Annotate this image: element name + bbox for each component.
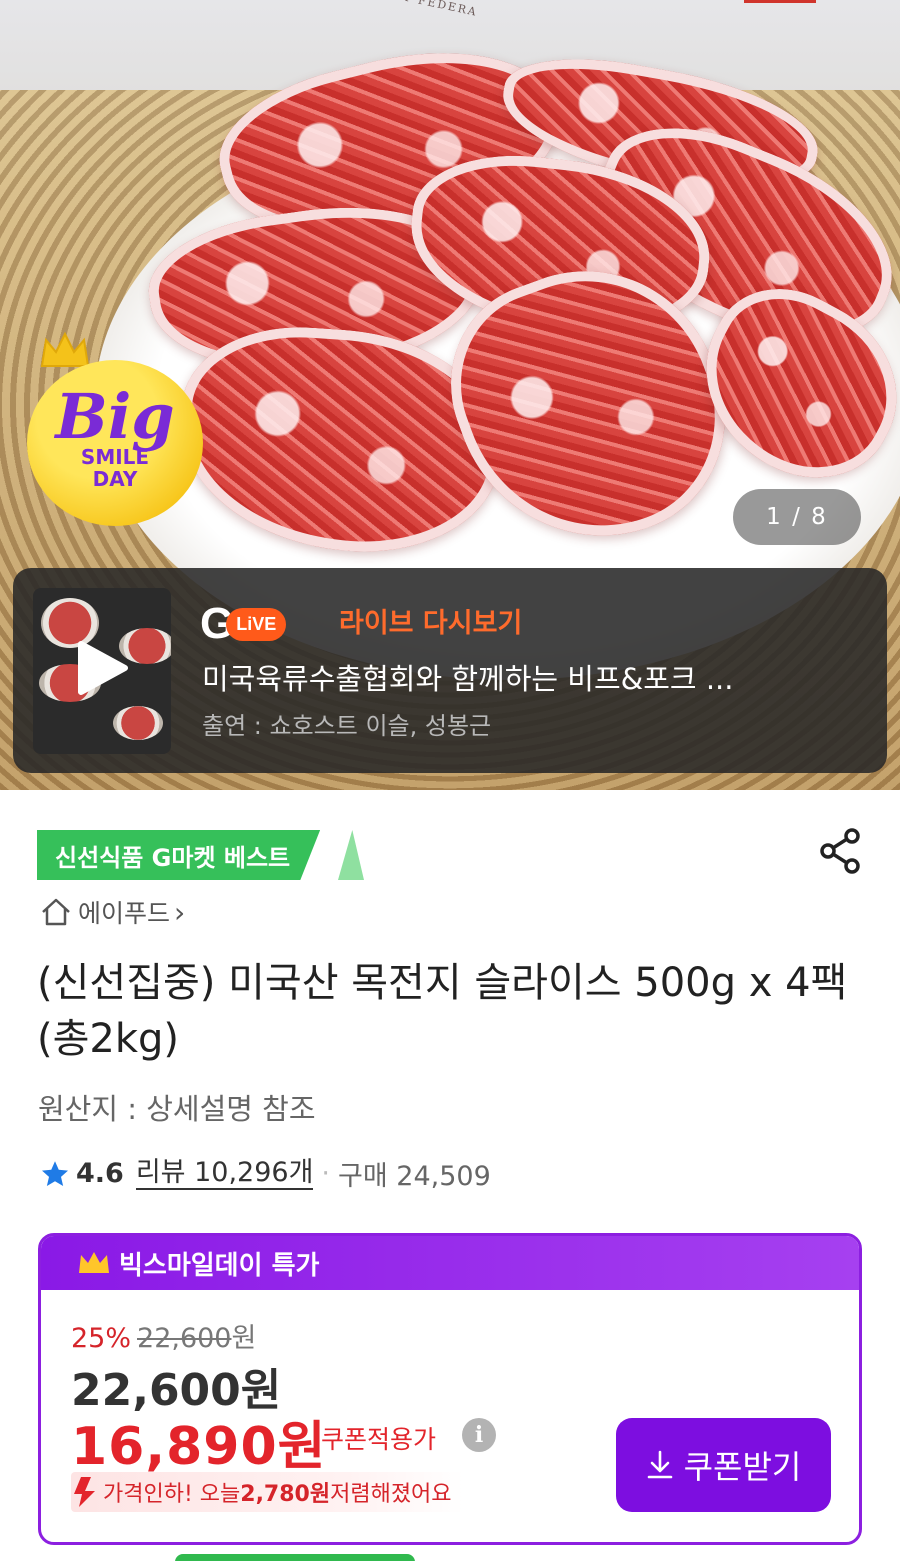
get-coupon-label: 쿠폰받기 [683,1448,802,1486]
chevron-right-icon: › [174,895,186,929]
price-drop-amount: 2,780원 [240,1482,331,1507]
stamp-text: ORT FEDERA [381,0,479,19]
badge-day-text: DAY [92,467,138,491]
live-cast: 출연 : 쇼호스트 이슬, 성봉근 [202,712,492,740]
badge-big-text: Big [55,380,175,453]
info-icon[interactable]: i [462,1418,496,1452]
play-icon[interactable] [77,640,129,696]
crown-icon [40,331,90,367]
deal-box: 빅스마일데이 특가 25% 22,600원 22,600원 16,890원 쿠폰적… [38,1233,862,1545]
best-badge-fold [338,830,364,880]
discount-row: 25% 22,600원 [71,1316,256,1355]
price-drop-suffix: 저렴해졌어요 [330,1482,452,1507]
home-icon [42,898,70,926]
live-replay-label[interactable]: 라이브 다시보기 [339,601,522,640]
original-currency: 원 [231,1323,257,1354]
red-tab-decoration [744,0,816,3]
live-title[interactable]: 미국육류수출협회와 함께하는 비프&포크 ... [202,656,842,698]
share-icon[interactable] [816,826,866,876]
discount-percent: 25% [71,1323,132,1354]
next-section-peek [175,1554,415,1561]
big-smile-day-badge: Big SMILE DAY [27,360,203,526]
product-origin: 원산지 : 상세설명 참조 [38,1092,316,1126]
best-badge[interactable]: 신선식품 G마켓 베스트 [37,830,321,880]
rating-score: 4.6 [76,1158,124,1189]
seller-link[interactable]: 에이푸드 › [40,894,185,930]
thumb-plate [113,706,163,740]
g-live-logo: G LiVE [200,602,287,646]
arrow-down-icon [74,1477,95,1507]
download-icon [647,1450,672,1479]
coupon-price: 16,890원 [71,1417,327,1477]
purchase-count: 구매 24,509 [338,1161,491,1192]
get-coupon-button[interactable]: 쿠폰받기 [616,1418,831,1512]
rating-row: 4.6 리뷰 10,296개 · 구매 24,509 [40,1154,491,1193]
image-counter: 1 / 8 [733,489,861,545]
coupon-price-label: 쿠폰적용가 [321,1425,437,1454]
deal-header-label: 빅스마일데이 특가 [119,1250,320,1281]
price-drop-notice: 가격인하! 오늘 2,780원 저렴해졌어요 [71,1472,464,1512]
review-count-link[interactable]: 리뷰 10,296개 [135,1157,314,1190]
product-title: (신선집중) 미국산 목전지 슬라이스 500g x 4팩 (총2kg) [37,960,848,1062]
deal-header: 빅스마일데이 특가 [41,1236,859,1290]
star-icon [42,1160,68,1186]
seller-name: 에이푸드 [78,899,171,928]
live-pill: LiVE [226,607,287,641]
badge-smile-text: SMILE [80,445,150,469]
original-price: 22,600 [137,1323,232,1354]
crown-icon [79,1252,109,1273]
live-thumbnail[interactable] [33,588,171,754]
price-drop-prefix: 가격인하! 오늘 [103,1482,241,1507]
separator-dot: · [321,1158,331,1189]
